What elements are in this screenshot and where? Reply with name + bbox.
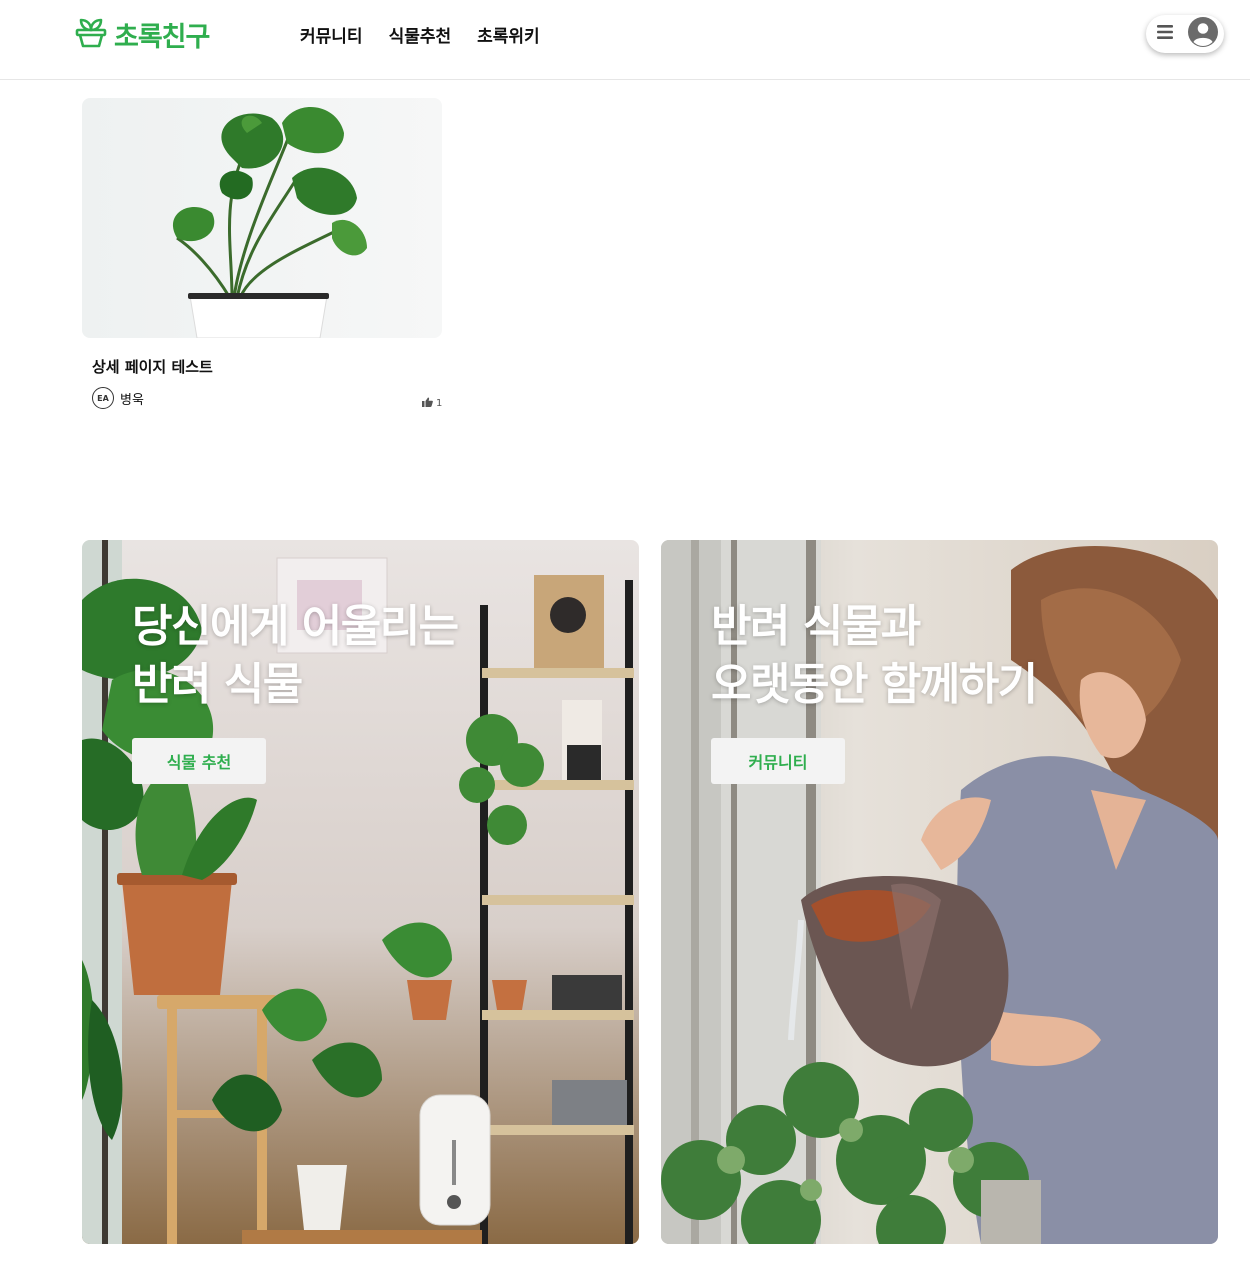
monstera-plant-image [82,98,442,338]
hamburger-icon [1156,24,1174,44]
banner-heading-line-1: 당신에게 어울리는 [132,601,459,652]
nav-item-community[interactable]: 커뮤니티 [300,22,363,47]
banner-heading-line-2: 오랫동안 함께하기 [711,659,1038,710]
post-card[interactable]: 상세 페이지 테스트 EA 병욱 1 [82,98,442,418]
like-count[interactable]: 1 [422,397,442,410]
logo-text: 초록친구 [114,21,210,53]
banner-heading-line-2: 반려 식물 [132,659,303,710]
recommend-banner: 당신에게 어울리는 반려 식물 식물 추천 [82,540,639,1244]
post-author: EA 병욱 [92,387,144,409]
author-avatar: EA [92,387,114,409]
nav-item-plant-recommend[interactable]: 식물추천 [389,22,452,47]
main-nav: 커뮤니티 식물추천 초록위키 [300,22,540,47]
logo[interactable]: 초록친구 [74,16,210,53]
user-menu-button[interactable] [1146,15,1224,53]
thumbs-up-icon [422,397,433,410]
banner-heading: 반려 식물과 오랫동안 함께하기 [711,598,1038,714]
community-button[interactable]: 커뮤니티 [711,738,845,784]
post-title[interactable]: 상세 페이지 테스트 [92,356,213,377]
plant-pot-icon [74,16,108,52]
post-thumbnail[interactable] [82,98,442,338]
banner-heading-line-1: 반려 식물과 [711,601,921,652]
nav-item-wiki[interactable]: 초록위키 [477,22,540,47]
user-circle-icon [1188,17,1218,51]
top-header: 초록친구 커뮤니티 식물추천 초록위키 [0,0,1250,80]
plant-recommend-button[interactable]: 식물 추천 [132,738,266,784]
banner-heading: 당신에게 어울리는 반려 식물 [132,598,459,714]
like-count-value: 1 [436,398,443,409]
author-name: 병욱 [120,392,144,408]
community-banner: 반려 식물과 오랫동안 함께하기 커뮤니티 [661,540,1218,1244]
